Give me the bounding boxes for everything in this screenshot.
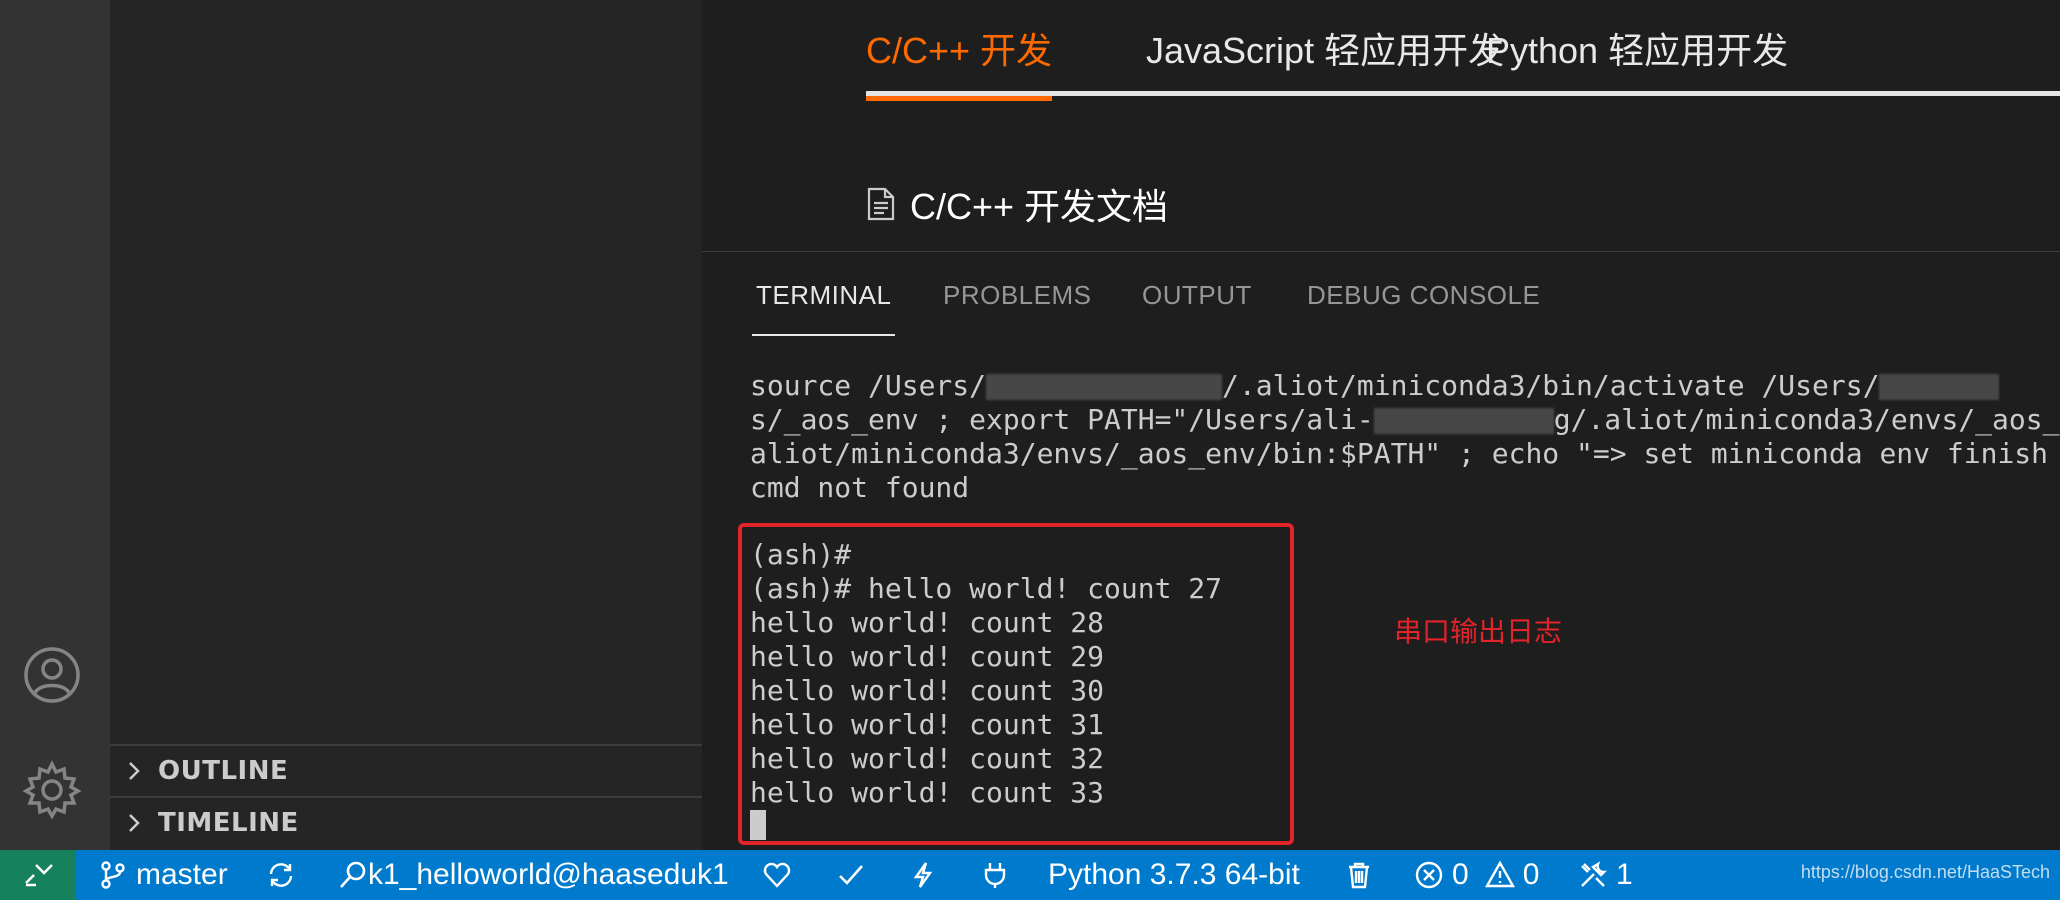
tools-icon [1581, 861, 1608, 887]
sidebar: OUTLINE TIMELINE [110, 0, 702, 850]
warning-count: 0 [1522, 858, 1540, 891]
git-branch-icon [101, 861, 125, 889]
terminal-line: s/_aos_env ; export PATH="/Users/ali-g/.… [750, 403, 2060, 436]
activity-bar [0, 0, 110, 850]
highlight-box [738, 523, 1294, 845]
error-icon [1415, 861, 1443, 889]
timeline-label: TIMELINE [158, 808, 299, 838]
branch-item[interactable]: master [98, 850, 228, 900]
search-icon [340, 861, 366, 888]
annotation-label: 串口输出日志 [1394, 616, 1563, 647]
gear-icon[interactable] [20, 758, 84, 822]
tools-count: 1 [1616, 858, 1633, 891]
error-count: 0 [1452, 858, 1469, 891]
check-icon [839, 865, 863, 885]
timeline-section[interactable]: TIMELINE [110, 796, 702, 848]
doc-title: C/C++ 开发文档 [910, 186, 1169, 227]
trash-icon [1349, 862, 1369, 889]
doc-link[interactable]: C/C++ 开发文档 [866, 178, 1168, 230]
tools-item[interactable]: 1 [1578, 850, 1633, 900]
account-icon[interactable] [20, 643, 84, 707]
outline-section[interactable]: OUTLINE [110, 744, 702, 796]
terminal-line: source /Users//.aliot/miniconda3/bin/act… [750, 369, 2000, 403]
remote-button[interactable] [0, 850, 76, 900]
plug-icon [984, 863, 1006, 888]
warning-icon [1484, 860, 1515, 888]
redacted-text [986, 374, 1223, 400]
terminal-line: aliot/miniconda3/envs/_aos_env/bin:$PATH… [750, 437, 2049, 470]
chevron-right-icon [110, 812, 158, 834]
device-label: k1_helloworld@haaseduk1 [368, 858, 729, 891]
plug-button[interactable] [980, 850, 1010, 900]
branch-label: master [136, 858, 228, 891]
flash-button[interactable] [908, 850, 938, 900]
tab-output[interactable]: OUTPUT [1142, 280, 1252, 320]
remote-icon [25, 864, 53, 887]
lightning-icon [913, 862, 933, 888]
document-icon [867, 187, 895, 221]
tab-cpp-dev[interactable]: C/C++ 开发 [866, 0, 1053, 101]
status-bar: master k1_helloworld@haaseduk1 Python 3.… [0, 850, 2060, 900]
device-item[interactable]: k1_helloworld@haaseduk1 [338, 850, 729, 900]
problems-item[interactable]: 0 0 [1414, 850, 1539, 900]
trash-button[interactable] [1344, 850, 1374, 900]
check-button[interactable] [836, 850, 866, 900]
redacted-text [1373, 408, 1554, 434]
tab-problems[interactable]: PROBLEMS [943, 280, 1092, 320]
tab-js-dev[interactable]: JavaScript 轻应用开发 [1146, 0, 1504, 96]
chevron-right-icon [110, 760, 158, 782]
terminal-line: cmd not found [750, 471, 970, 504]
doc-tabs: C/C++ 开发 JavaScript 轻应用开发 Python 轻应用开发 [866, 0, 2060, 101]
heart-button[interactable] [762, 850, 792, 900]
redacted-text [1879, 374, 2000, 400]
watermark: https://blog.csdn.net/HaaSTech [1800, 862, 2050, 882]
tab-terminal[interactable]: TERMINAL [751, 280, 896, 336]
docs-view: C/C++ 开发 JavaScript 轻应用开发 Python 轻应用开发 C… [702, 0, 2060, 252]
outline-label: OUTLINE [158, 756, 289, 786]
interpreter-item[interactable]: Python 3.7.3 64-bit [1048, 850, 1300, 900]
tab-debug-console[interactable]: DEBUG CONSOLE [1307, 280, 1540, 320]
heart-icon [763, 862, 791, 888]
tab-python-dev[interactable]: Python 轻应用开发 [1486, 0, 1788, 96]
sync-button[interactable] [266, 850, 296, 900]
bottom-panel: TERMINAL PROBLEMS OUTPUT DEBUG CONSOLE s… [702, 252, 2060, 850]
sync-icon [269, 863, 293, 887]
